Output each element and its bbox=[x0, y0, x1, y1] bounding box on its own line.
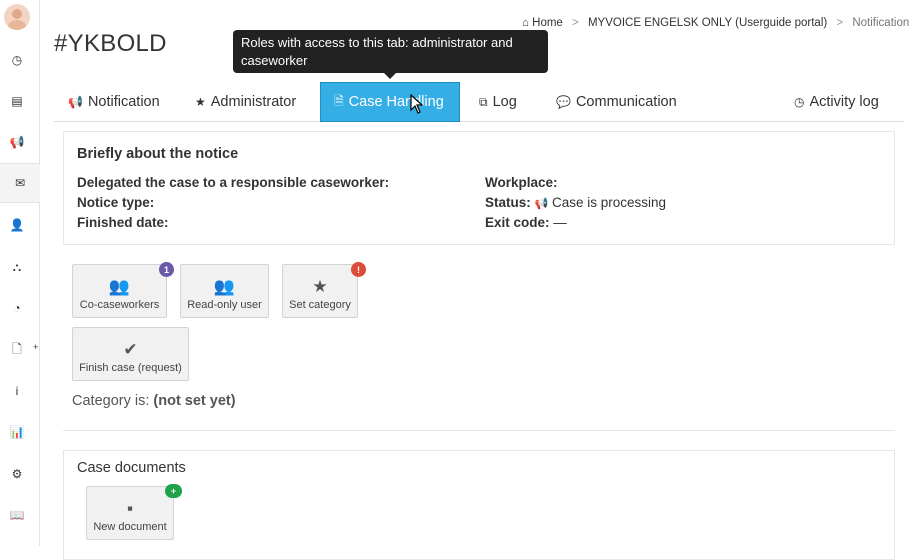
star-icon: ★ bbox=[312, 277, 328, 296]
users-icon: 👥 bbox=[108, 277, 131, 296]
tab-label: Activity log bbox=[809, 94, 879, 110]
plus-icon: + bbox=[33, 342, 39, 352]
mouse-cursor-icon bbox=[410, 94, 424, 114]
button-label: Finish case (request) bbox=[79, 362, 182, 374]
file-icon[interactable]: 🗋 bbox=[0, 330, 34, 370]
comments-icon: 💬 bbox=[556, 95, 571, 109]
case-documents-title: Case documents bbox=[77, 460, 186, 476]
tab-case-handling[interactable]: 🗎 Case Handling bbox=[320, 82, 460, 122]
exit-code-label: Exit code: bbox=[485, 215, 550, 230]
pie-chart-icon[interactable]: ◔ bbox=[0, 288, 34, 328]
workplace-label: Workplace: bbox=[485, 175, 558, 190]
button-label: Read-only user bbox=[187, 299, 262, 311]
tab-label: Log bbox=[492, 94, 517, 110]
finish-case-button[interactable]: ✔ Finish case (request) bbox=[72, 327, 189, 381]
finished-date-label: Finished date: bbox=[77, 215, 169, 230]
files-icon: ⧉ bbox=[479, 94, 488, 109]
co-caseworkers-badge: 1 bbox=[159, 262, 174, 277]
breadcrumb-current: Notification bbox=[852, 17, 910, 29]
tab-administrator[interactable]: ★ Administrator bbox=[195, 82, 296, 122]
case-documents-panel: Case documents bbox=[63, 450, 895, 560]
star-icon: ★ bbox=[195, 95, 206, 109]
co-caseworkers-button[interactable]: 👥 Co-caseworkers bbox=[72, 264, 167, 318]
avatar[interactable] bbox=[4, 4, 30, 30]
bullhorn-icon: 📢 bbox=[534, 198, 549, 210]
tab-activity-log[interactable]: ◷ Activity log bbox=[794, 82, 879, 122]
tab-label: Notification bbox=[87, 94, 160, 110]
notice-panel: Briefly about the notice Delegated the c… bbox=[63, 131, 895, 245]
breadcrumb: ⌂ Home > MYVOICE ENGELSK ONLY (Userguide… bbox=[522, 17, 910, 29]
user-icon[interactable]: 👤 bbox=[0, 205, 34, 245]
breadcrumb-home[interactable]: Home bbox=[532, 17, 563, 29]
new-document-button[interactable]: ▪ New document bbox=[86, 486, 174, 540]
envelope-icon[interactable]: ✉ bbox=[0, 163, 40, 203]
tab-label: Administrator bbox=[210, 94, 297, 110]
button-label: Set category bbox=[289, 299, 351, 311]
tab-log[interactable]: ⧉ Log bbox=[479, 82, 517, 122]
dashboard-icon[interactable]: ◷ bbox=[0, 40, 34, 80]
tab-label: Communication bbox=[575, 94, 677, 110]
clock-icon: ◷ bbox=[794, 95, 805, 109]
bullhorn-icon: 📢 bbox=[68, 95, 83, 109]
sticky-note-icon: ▪ bbox=[126, 499, 134, 518]
set-category-button[interactable]: ★ Set category bbox=[282, 264, 358, 318]
file-text-icon: 🗎 bbox=[334, 93, 344, 108]
tab-tooltip: Roles with access to this tab: administr… bbox=[233, 30, 548, 79]
category-value: (not set yet) bbox=[153, 393, 236, 409]
button-label: New document bbox=[93, 521, 167, 533]
exit-code-value: — bbox=[553, 215, 567, 230]
tab-communication[interactable]: 💬 Communication bbox=[556, 82, 677, 122]
page-title: #YKBOLD bbox=[54, 30, 167, 57]
category-label: Category is: bbox=[72, 393, 150, 409]
button-label: Co-caseworkers bbox=[79, 299, 160, 311]
set-category-badge: ! bbox=[351, 262, 366, 277]
category-line: Category is: (not set yet) bbox=[72, 393, 236, 409]
read-only-user-button[interactable]: 👥 Read-only user bbox=[180, 264, 269, 318]
sidebar: ◷ ▤ 📢 ✉ 👤 ⛬ ◔ 🗋 + i 📊 ⚙ 📖 bbox=[0, 0, 40, 546]
gear-icon[interactable]: ⚙ bbox=[0, 454, 34, 494]
tab-notification[interactable]: 📢 Notification bbox=[68, 82, 160, 122]
bar-chart-icon[interactable]: 📊 bbox=[0, 412, 34, 452]
home-icon: ⌂ bbox=[522, 17, 529, 29]
notice-type-label: Notice type: bbox=[77, 195, 155, 210]
status-value: Case is processing bbox=[552, 195, 667, 210]
info-icon[interactable]: i bbox=[0, 371, 34, 411]
notice-title: Briefly about the notice bbox=[77, 146, 239, 162]
tab-label: Case Handling bbox=[348, 94, 444, 110]
check-icon: ✔ bbox=[123, 340, 138, 359]
sitemap-icon[interactable]: ⛬ bbox=[0, 247, 34, 287]
bullhorn-icon[interactable]: 📢 bbox=[0, 122, 34, 162]
book-icon[interactable]: 📖 bbox=[0, 495, 34, 535]
users-icon: 👥 bbox=[213, 277, 236, 296]
divider bbox=[63, 430, 895, 431]
list-icon[interactable]: ▤ bbox=[0, 81, 34, 121]
status-label: Status: bbox=[485, 195, 531, 210]
new-document-badge: + bbox=[165, 484, 182, 498]
delegated-label: Delegated the case to a responsible case… bbox=[77, 175, 390, 190]
tab-bar: 📢 Notification ★ Administrator 🗎 Case Ha… bbox=[54, 82, 904, 122]
breadcrumb-portal[interactable]: MYVOICE ENGELSK ONLY (Userguide portal) bbox=[588, 17, 827, 29]
